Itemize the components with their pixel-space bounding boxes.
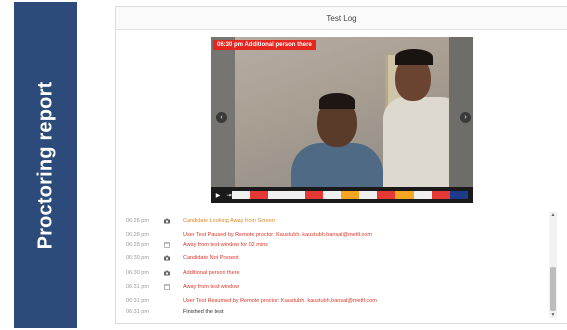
log-text: Candidate Not Present (183, 255, 239, 261)
scroll-up-icon[interactable]: ▲ (549, 212, 557, 218)
violation-alert-label: 06:30 pm Additional person there (213, 40, 316, 50)
camera-icon (164, 218, 170, 224)
log-text: User Test Resumed by Remote proctor: Kau… (183, 298, 377, 304)
timeline-segment[interactable] (431, 191, 450, 199)
scroll-thumb[interactable] (550, 267, 556, 311)
timeline-segment[interactable] (395, 191, 414, 199)
log-text: Candidate Looking Away from Screen (183, 218, 275, 224)
log-entry[interactable]: 06:30 pm Candidate Not Present (116, 253, 548, 263)
log-time: 06:28 pm (126, 242, 149, 248)
log-entry[interactable]: 06:26 pm Candidate Looking Away from Scre… (116, 216, 548, 226)
log-text: Away from test window (183, 284, 240, 290)
chevron-right-icon[interactable]: › (460, 112, 471, 123)
log-text: Finished the test (183, 309, 224, 315)
snapshot-viewer[interactable] (211, 37, 473, 203)
window-icon (164, 242, 170, 248)
sidebar-title: Proctoring report (34, 81, 57, 249)
timeline-segment[interactable] (340, 191, 360, 199)
log-time: 06:31 pm (126, 284, 149, 290)
event-log-list: 06:26 pm Candidate Looking Away from Scre… (116, 212, 548, 322)
webcam-snapshot (235, 37, 463, 193)
timeline-segment[interactable] (250, 191, 269, 199)
timeline-segment[interactable] (304, 191, 323, 199)
log-time: 06:30 pm (126, 270, 149, 276)
log-entry[interactable]: 06:31 pm User Test Resumed by Remote proc… (116, 296, 548, 306)
timeline-segment[interactable] (449, 191, 469, 199)
camera-icon (164, 270, 170, 276)
event-timeline[interactable] (232, 191, 469, 199)
log-entry[interactable]: 06:31 pm Finished the test (116, 307, 548, 317)
play-icon[interactable]: ▶ (214, 192, 222, 199)
log-entry[interactable]: 06:28 pm Away from test window for 02 min… (116, 240, 548, 250)
scroll-down-icon[interactable]: ▼ (549, 312, 557, 318)
chevron-left-icon[interactable]: ‹ (216, 112, 227, 123)
log-time: 06:28 pm (126, 232, 149, 238)
log-entry[interactable]: 06:30 pm Additional person there (116, 268, 548, 278)
window-icon (164, 284, 170, 290)
timeline-segment[interactable] (268, 191, 287, 199)
timeline-segment[interactable] (377, 191, 396, 199)
log-entry[interactable]: 06:28 pm User Test Paused by Remote proct… (116, 230, 548, 240)
timeline-segment[interactable] (413, 191, 432, 199)
log-text: User Test Paused by Remote proctor: Kaus… (183, 232, 372, 238)
log-time: 06:26 pm (126, 218, 149, 224)
log-text: Away from test window for 02 mins (183, 242, 268, 248)
log-text: Additional person there (183, 270, 240, 276)
timeline-segment[interactable] (322, 191, 341, 199)
sidebar-banner: Proctoring report (14, 2, 77, 328)
timeline-segment[interactable] (232, 191, 251, 199)
log-entry[interactable]: 06:31 pm Away from test window (116, 282, 548, 292)
log-scrollbar[interactable]: ▲ ▼ (549, 212, 557, 318)
log-time: 06:31 pm (126, 298, 149, 304)
timeline-segment[interactable] (359, 191, 378, 199)
log-time: 06:30 pm (126, 255, 149, 261)
camera-icon (164, 255, 170, 261)
timeline-segment[interactable] (286, 191, 305, 199)
panel-title: Test Log (326, 13, 357, 23)
panel-header: Test Log (116, 7, 567, 30)
log-time: 06:31 pm (126, 309, 149, 315)
